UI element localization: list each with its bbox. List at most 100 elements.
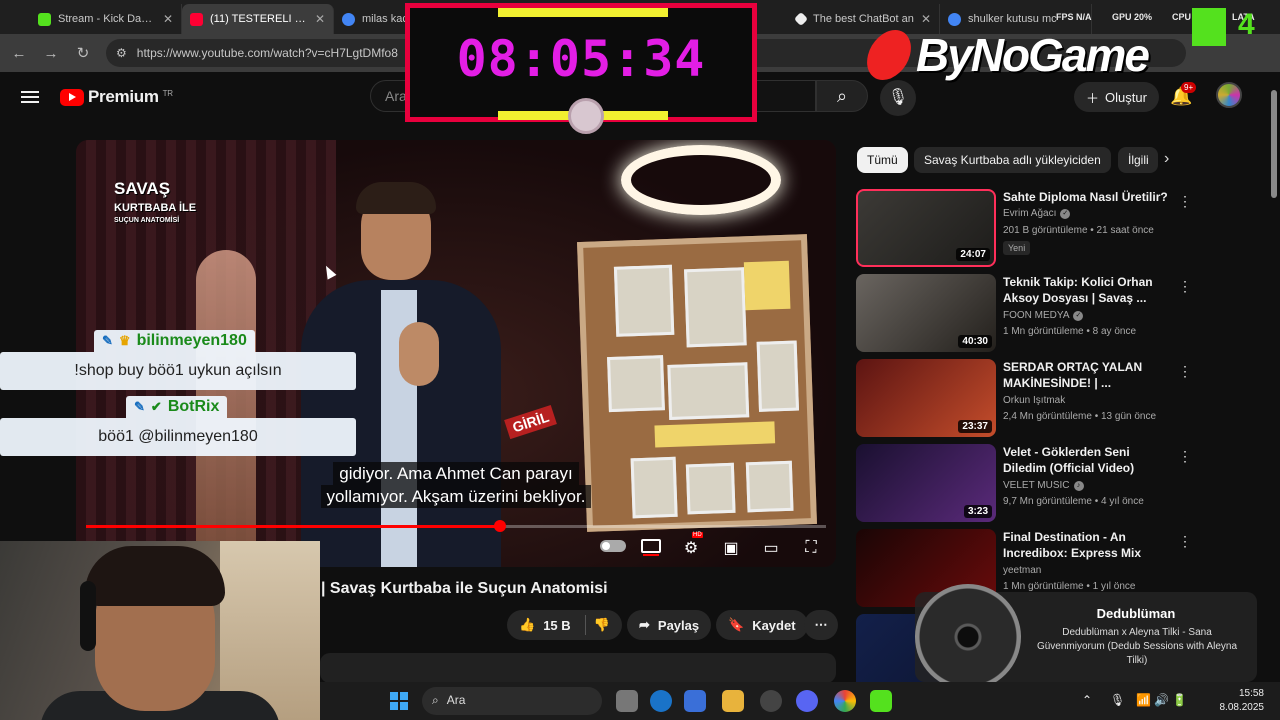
recommendation-item[interactable]: 23:37 SERDAR ORTAÇ YALAN MAKİNESİNDE! | …: [856, 359, 1196, 439]
microphone-icon[interactable]: 🎙: [1110, 693, 1125, 707]
obs-icon[interactable]: [760, 690, 782, 712]
gpu-readout: GPU 20%: [1112, 12, 1152, 22]
discord-icon[interactable]: [796, 690, 818, 712]
recommendation-title[interactable]: SERDAR ORTAÇ YALAN MAKİNESİNDE! | ...: [1003, 359, 1171, 391]
close-icon[interactable]: ✕: [921, 12, 931, 26]
search-icon: ⌕: [432, 693, 439, 707]
recommendation-item[interactable]: 40:30 Teknik Takip: Kolici Orhan Aksoy D…: [856, 274, 1196, 354]
channel-name[interactable]: Evrim Ağacı ✓: [1003, 208, 1071, 219]
fullscreen-button[interactable]: ⛶: [800, 539, 822, 557]
more-vertical-icon[interactable]: ⋮: [1178, 278, 1192, 295]
kick-app-icon[interactable]: [870, 690, 892, 712]
now-playing-song: Dedublüman x Aleyna Tilki - Sana Güvenmi…: [1036, 627, 1238, 666]
kick-favicon-icon: [38, 12, 51, 26]
scrollbar[interactable]: [1270, 90, 1278, 680]
recommendation-item[interactable]: 24:07 Sahte Diploma Nasıl Üretilir? Evri…: [856, 189, 1196, 269]
thumbnail[interactable]: 3:23: [856, 444, 996, 522]
thumbnail[interactable]: 23:37: [856, 359, 996, 437]
channel-name[interactable]: Orkun Işıtmak: [1003, 395, 1065, 406]
channel-name[interactable]: FOON MEDYA ✓: [1003, 310, 1084, 321]
notifications-button[interactable]: 🔔 9+: [1170, 82, 1197, 107]
channel-text: Evrim Ağacı: [1003, 208, 1057, 219]
wifi-icon[interactable]: 📶: [1136, 693, 1151, 707]
recommendation-item[interactable]: 3:23 Velet - Göklerden Seni Diledim (Off…: [856, 444, 1196, 524]
more-horizontal-icon: ⋯: [814, 617, 828, 632]
save-label: Kaydet: [752, 617, 796, 633]
thumbs-down-icon[interactable]: 👎: [594, 617, 610, 633]
scrollbar-thumb[interactable]: [1271, 90, 1277, 198]
recommendation-title[interactable]: Teknik Takip: Kolici Orhan Aksoy Dosyası…: [1003, 274, 1171, 306]
channel-text: VELET MUSIC: [1003, 480, 1070, 491]
more-actions-button[interactable]: ⋯: [804, 610, 838, 640]
create-label: Oluştur: [1105, 89, 1147, 105]
account-avatar[interactable]: [1216, 82, 1242, 108]
file-explorer-icon[interactable]: [722, 690, 744, 712]
chrome-icon[interactable]: [834, 690, 856, 712]
subtitles-button[interactable]: [640, 538, 662, 558]
url-text: https://www.youtube.com/watch?v=cH7LgtDM…: [136, 46, 398, 60]
channel-name[interactable]: yeetman: [1003, 565, 1041, 576]
battery-icon[interactable]: 🔋: [1172, 693, 1187, 707]
menu-icon[interactable]: [21, 88, 39, 106]
share-button[interactable]: ➦ Paylaş: [627, 610, 712, 640]
voice-search-button[interactable]: 🎙: [880, 80, 916, 116]
theater-mode-button[interactable]: ▭: [760, 538, 782, 558]
chevron-right-icon[interactable]: ›: [1164, 150, 1169, 168]
sponsor-name: ByNoGame: [916, 29, 1150, 81]
create-button[interactable]: ＋ Oluştur: [1074, 82, 1159, 112]
thumbs-up-icon: 👍: [519, 617, 536, 632]
thumbnail[interactable]: 24:07: [856, 189, 996, 267]
forward-arrow-icon[interactable]: →: [42, 45, 60, 62]
emblem-icon: [568, 98, 604, 134]
more-vertical-icon[interactable]: ⋮: [1178, 533, 1192, 550]
save-button[interactable]: 🔖 Kaydet: [716, 610, 808, 640]
close-icon[interactable]: ✕: [163, 12, 173, 26]
miniplayer-button[interactable]: ▣: [720, 538, 742, 558]
search-button[interactable]: ⌕: [816, 80, 868, 112]
tab-youtube-video[interactable]: (11) TESTERELI SERI K ✕: [182, 4, 334, 34]
taskbar-clock[interactable]: 15:58 8.08.2025: [1200, 687, 1265, 715]
tab-kick-dashboard[interactable]: Stream - Kick Dashbo ✕: [30, 4, 182, 34]
autoplay-toggle[interactable]: [600, 539, 626, 557]
chip-related[interactable]: İlgili: [1118, 147, 1158, 173]
subtitle-caption: gidiyor. Ama Ahmet Can parayı yollamıyor…: [76, 462, 836, 508]
description-box[interactable]: [320, 653, 836, 683]
chevron-up-icon[interactable]: ⌃: [1082, 693, 1092, 707]
more-vertical-icon[interactable]: ⋮: [1178, 448, 1192, 465]
recommendation-title[interactable]: Final Destination - An Incredibox: Expre…: [1003, 529, 1171, 561]
video-meta: 1 Mn görüntüleme • 1 yıl önce: [1003, 581, 1136, 592]
chip-all[interactable]: Tümü: [857, 147, 908, 173]
back-arrow-icon[interactable]: ←: [10, 45, 28, 62]
edge-browser-icon[interactable]: [650, 690, 672, 712]
recommendation-title[interactable]: Sahte Diploma Nasıl Üretilir?: [1003, 189, 1171, 205]
taskbar-search[interactable]: ⌕ Ara: [422, 687, 602, 715]
gear-icon: ⚙: [683, 540, 699, 557]
more-vertical-icon[interactable]: ⋮: [1178, 193, 1192, 210]
progress-fill: [86, 525, 501, 528]
windows-start-icon[interactable]: [390, 692, 408, 710]
close-icon[interactable]: ✕: [315, 12, 325, 26]
settings-button[interactable]: ⚙ HD: [680, 532, 703, 558]
store-icon[interactable]: [684, 690, 706, 712]
google-favicon-icon: [342, 12, 355, 26]
stream-timer: 08:05:34: [405, 3, 757, 134]
task-view-icon[interactable]: [616, 690, 638, 712]
more-vertical-icon[interactable]: ⋮: [1178, 363, 1192, 380]
recommendation-title[interactable]: Velet - Göklerden Seni Diledim (Official…: [1003, 444, 1171, 476]
channel-name[interactable]: VELET MUSIC ♪: [1003, 480, 1084, 491]
taskbar-search-label: Ara: [446, 693, 466, 707]
progress-bar[interactable]: [86, 520, 826, 532]
channel-text: yeetman: [1003, 565, 1042, 576]
reload-icon[interactable]: ↻: [74, 44, 92, 62]
cpu-readout: CPU: [1172, 12, 1191, 22]
chip-from-uploader[interactable]: Savaş Kurtbaba adlı yükleyiciden: [914, 147, 1111, 173]
timer-digits: 08:05:34: [456, 30, 706, 88]
like-button[interactable]: 👍 15 B 👎: [507, 610, 622, 640]
subtitle-line1: gidiyor. Ama Ahmet Can parayı: [333, 462, 579, 485]
video-meta: 1 Mn görüntüleme • 8 ay önce: [1003, 326, 1137, 337]
microphone-icon: 🎙: [887, 89, 909, 106]
site-settings-icon[interactable]: ⚙: [116, 46, 127, 60]
volume-icon[interactable]: 🔊: [1154, 693, 1169, 707]
youtube-logo[interactable]: Premium TR: [60, 87, 173, 107]
thumbnail[interactable]: 40:30: [856, 274, 996, 352]
